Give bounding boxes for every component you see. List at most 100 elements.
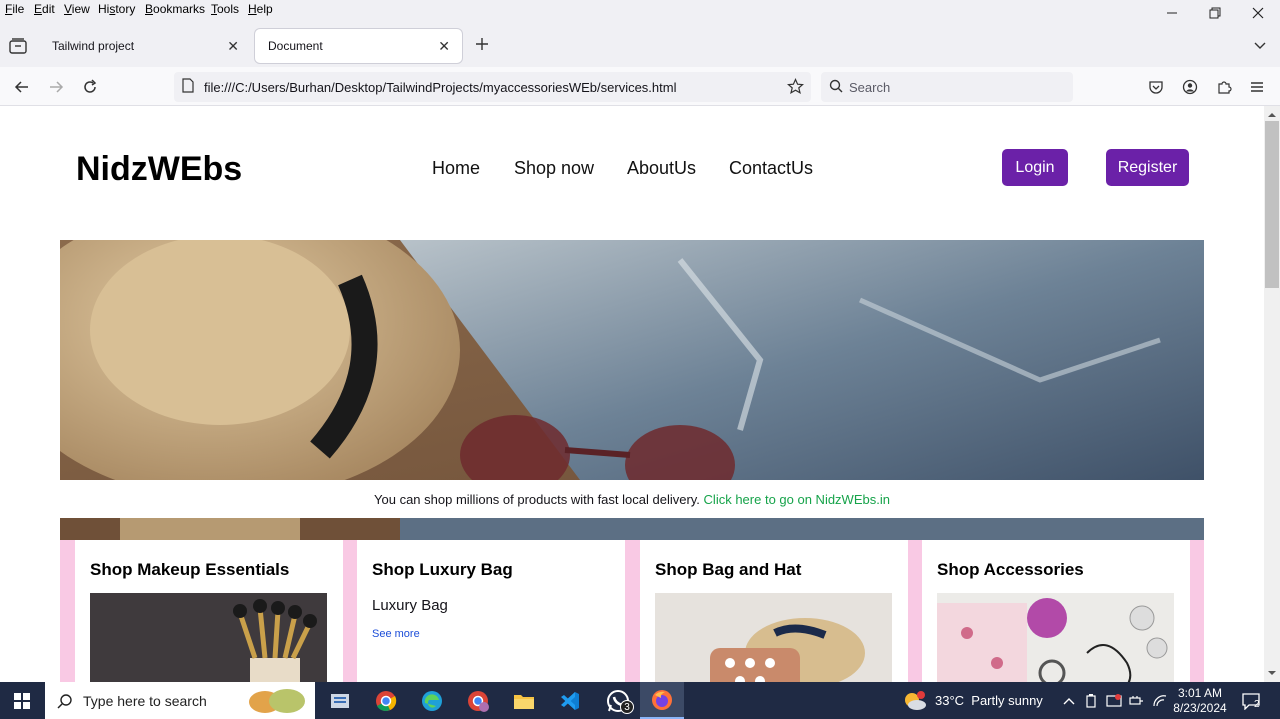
notification-count: 2: [1254, 699, 1260, 710]
product-cards: Shop Makeup Essentials Shop Luxury Bag L…: [60, 540, 1204, 682]
register-button[interactable]: Register: [1106, 149, 1189, 186]
menu-tools[interactable]: Tools: [211, 2, 239, 16]
menu-edit[interactable]: Edit: [34, 2, 55, 16]
menu-bar: File Edit View History Bookmarks Tools H…: [0, 0, 1280, 19]
url-bar[interactable]: file:///C:/Users/Burhan/Desktop/Tailwind…: [174, 72, 811, 102]
folder-icon: [514, 694, 534, 709]
menu-bookmarks[interactable]: Bookmarks: [145, 2, 205, 16]
tab-document[interactable]: Document ✕: [255, 29, 462, 63]
taskbar-app-outlook[interactable]: [325, 682, 355, 719]
bag-and-hat-image: [655, 593, 892, 682]
taskbar-app-chrome-profile[interactable]: [462, 682, 494, 719]
close-icon: [1252, 7, 1264, 19]
reload-icon: [84, 79, 97, 93]
card-makeup[interactable]: Shop Makeup Essentials: [75, 540, 343, 682]
close-tab-icon[interactable]: ✕: [227, 38, 239, 55]
see-more-link[interactable]: See more: [372, 628, 420, 640]
card-accessories[interactable]: Shop Accessories: [922, 540, 1190, 682]
card-title: Shop Luxury Bag: [372, 560, 513, 579]
taskbar-app-chrome[interactable]: [370, 682, 402, 719]
weather-widget[interactable]: 33°C Partly sunny: [902, 682, 1052, 719]
firefox-view-icon[interactable]: [9, 38, 27, 59]
menu-help[interactable]: Help: [248, 2, 273, 16]
site-brand[interactable]: NidzWEbs: [76, 150, 242, 189]
nav-link-shop-now[interactable]: Shop now: [514, 158, 594, 179]
taskbar-app-edge[interactable]: [416, 682, 448, 719]
show-hidden-icons-button[interactable]: [1060, 682, 1078, 719]
chrome-icon: [376, 690, 397, 711]
account-icon: [1182, 79, 1198, 95]
login-button[interactable]: Login: [1002, 149, 1068, 186]
nav-toolbar: file:///C:/Users/Burhan/Desktop/Tailwind…: [0, 67, 1280, 106]
chevron-down-icon: [1254, 42, 1266, 49]
whatsapp-badge: 3: [620, 700, 634, 714]
makeup-brushes-image: [90, 593, 327, 682]
decorative-strip-image: [60, 518, 1204, 540]
taskbar-app-firefox[interactable]: [640, 682, 684, 719]
taskbar-search-placeholder: Type here to search: [83, 692, 207, 709]
tray-meet-now[interactable]: [1104, 682, 1124, 719]
tab-tailwind-project[interactable]: Tailwind project ✕: [39, 29, 251, 63]
card-luxury-bag[interactable]: Shop Luxury Bag Luxury Bag See more: [357, 540, 625, 682]
taskbar-search-box[interactable]: Type here to search: [45, 682, 315, 719]
search-placeholder: Search: [849, 79, 891, 95]
notification-center-button[interactable]: 2: [1236, 682, 1266, 719]
tab-title: Tailwind project: [52, 39, 135, 53]
list-tabs-button[interactable]: [1253, 38, 1267, 56]
web-page: NidzWEbs Home Shop now AboutUs ContactUs…: [0, 106, 1264, 682]
pocket-icon: [1149, 81, 1163, 94]
tray-battery[interactable]: [1082, 682, 1100, 719]
search-bar[interactable]: Search: [821, 72, 1073, 102]
restore-icon: [1209, 7, 1221, 19]
nav-link-home[interactable]: Home: [432, 158, 480, 179]
chrome-profile-icon: [468, 690, 489, 712]
card-title: Shop Accessories: [937, 560, 1084, 579]
taskbar-app-file-explorer[interactable]: [508, 682, 540, 719]
hero-banner-image: [60, 240, 1204, 480]
taskbar-app-whatsapp[interactable]: 3: [600, 682, 636, 719]
card-bag-and-hat[interactable]: Shop Bag and Hat: [640, 540, 908, 682]
accessories-image: [937, 593, 1174, 682]
power-plug-icon: [1129, 695, 1143, 705]
nav-link-contact-us[interactable]: ContactUs: [729, 158, 813, 179]
forward-button[interactable]: [44, 75, 68, 99]
clock[interactable]: 3:01 AM 8/23/2024: [1172, 682, 1228, 719]
close-tab-icon[interactable]: ✕: [438, 38, 450, 55]
nav-link-about-us[interactable]: AboutUs: [627, 158, 696, 179]
taskbar-app-vscode[interactable]: [554, 682, 586, 719]
tab-bar: Tailwind project ✕ Document ✕: [0, 19, 1280, 67]
scrollbar-thumb[interactable]: [1265, 121, 1279, 288]
minimize-icon: [1167, 12, 1177, 14]
url-text[interactable]: file:///C:/Users/Burhan/Desktop/Tailwind…: [204, 80, 676, 95]
chevron-up-icon: [1063, 697, 1075, 704]
tagline: You can shop millions of products with f…: [0, 492, 1264, 507]
search-icon: [829, 79, 843, 96]
extensions-button[interactable]: [1212, 75, 1236, 99]
menu-history[interactable]: History: [98, 2, 135, 16]
clock-time: 3:01 AM: [1177, 685, 1223, 700]
new-tab-button[interactable]: [474, 36, 490, 57]
card-subtitle: Luxury Bag: [372, 597, 448, 614]
menu-view[interactable]: View: [64, 2, 90, 16]
meet-now-icon: [1106, 693, 1122, 707]
mail-app-icon: [331, 693, 349, 708]
bookmark-star-icon[interactable]: [786, 78, 805, 98]
tagline-text: You can shop millions of products with f…: [374, 492, 700, 507]
app-menu-button[interactable]: [1245, 75, 1269, 99]
melon-search-highlight-icon: [249, 689, 305, 713]
tab-title: Document: [268, 39, 323, 53]
start-button[interactable]: [0, 682, 44, 719]
account-button[interactable]: [1178, 75, 1202, 99]
tray-power[interactable]: [1126, 682, 1146, 719]
tagline-link[interactable]: Click here to go on NidzWEbs.in: [704, 492, 890, 507]
menu-file[interactable]: File: [5, 2, 24, 16]
pocket-button[interactable]: [1144, 75, 1168, 99]
edge-icon: [422, 690, 442, 711]
reload-button[interactable]: [78, 75, 102, 99]
arrow-right-icon: [50, 81, 64, 93]
back-button[interactable]: [10, 75, 34, 99]
search-icon: [57, 693, 72, 709]
tray-network[interactable]: [1150, 682, 1170, 719]
scroll-up-icon: [1268, 113, 1276, 117]
firefox-icon: [652, 689, 672, 710]
